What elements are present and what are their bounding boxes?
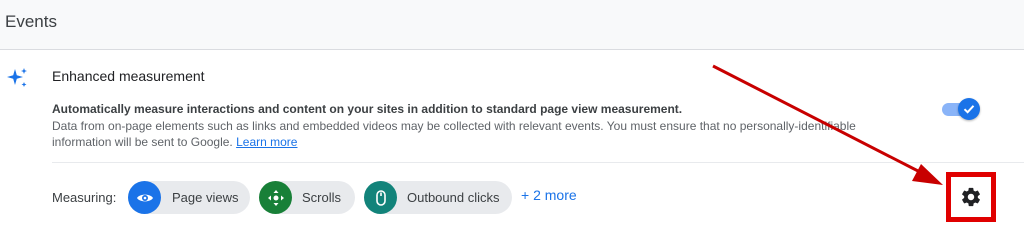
settings-button[interactable]	[946, 172, 996, 222]
page-title: Events	[5, 12, 57, 31]
description-bold: Automatically measure interactions and c…	[52, 102, 683, 116]
toggle-knob	[958, 98, 980, 120]
description-text: Data from on-page elements such as links…	[52, 119, 856, 149]
enhanced-measurement-toggle[interactable]	[940, 98, 980, 120]
checkmark-icon	[963, 105, 975, 114]
events-header: Events	[0, 0, 1024, 50]
chip-page-views[interactable]: Page views	[128, 181, 250, 214]
chip-label: Outbound clicks	[407, 190, 500, 205]
learn-more-link[interactable]: Learn more	[236, 135, 297, 149]
description: Data from on-page elements such as links…	[52, 118, 912, 150]
chip-scrolls[interactable]: Scrolls	[259, 181, 355, 214]
more-link[interactable]: + 2 more	[521, 187, 577, 203]
measuring-label: Measuring:	[52, 190, 117, 205]
chip-outbound-clicks[interactable]: Outbound clicks	[364, 181, 512, 214]
eye-icon	[128, 181, 161, 214]
section-title: Enhanced measurement	[52, 68, 205, 84]
mouse-icon	[364, 181, 397, 214]
divider	[52, 162, 1024, 163]
sparkle-icon	[7, 68, 27, 87]
scroll-arrows-icon	[259, 181, 292, 214]
gear-icon	[962, 187, 980, 207]
chip-label: Scrolls	[302, 190, 342, 205]
chip-label: Page views	[172, 190, 239, 205]
